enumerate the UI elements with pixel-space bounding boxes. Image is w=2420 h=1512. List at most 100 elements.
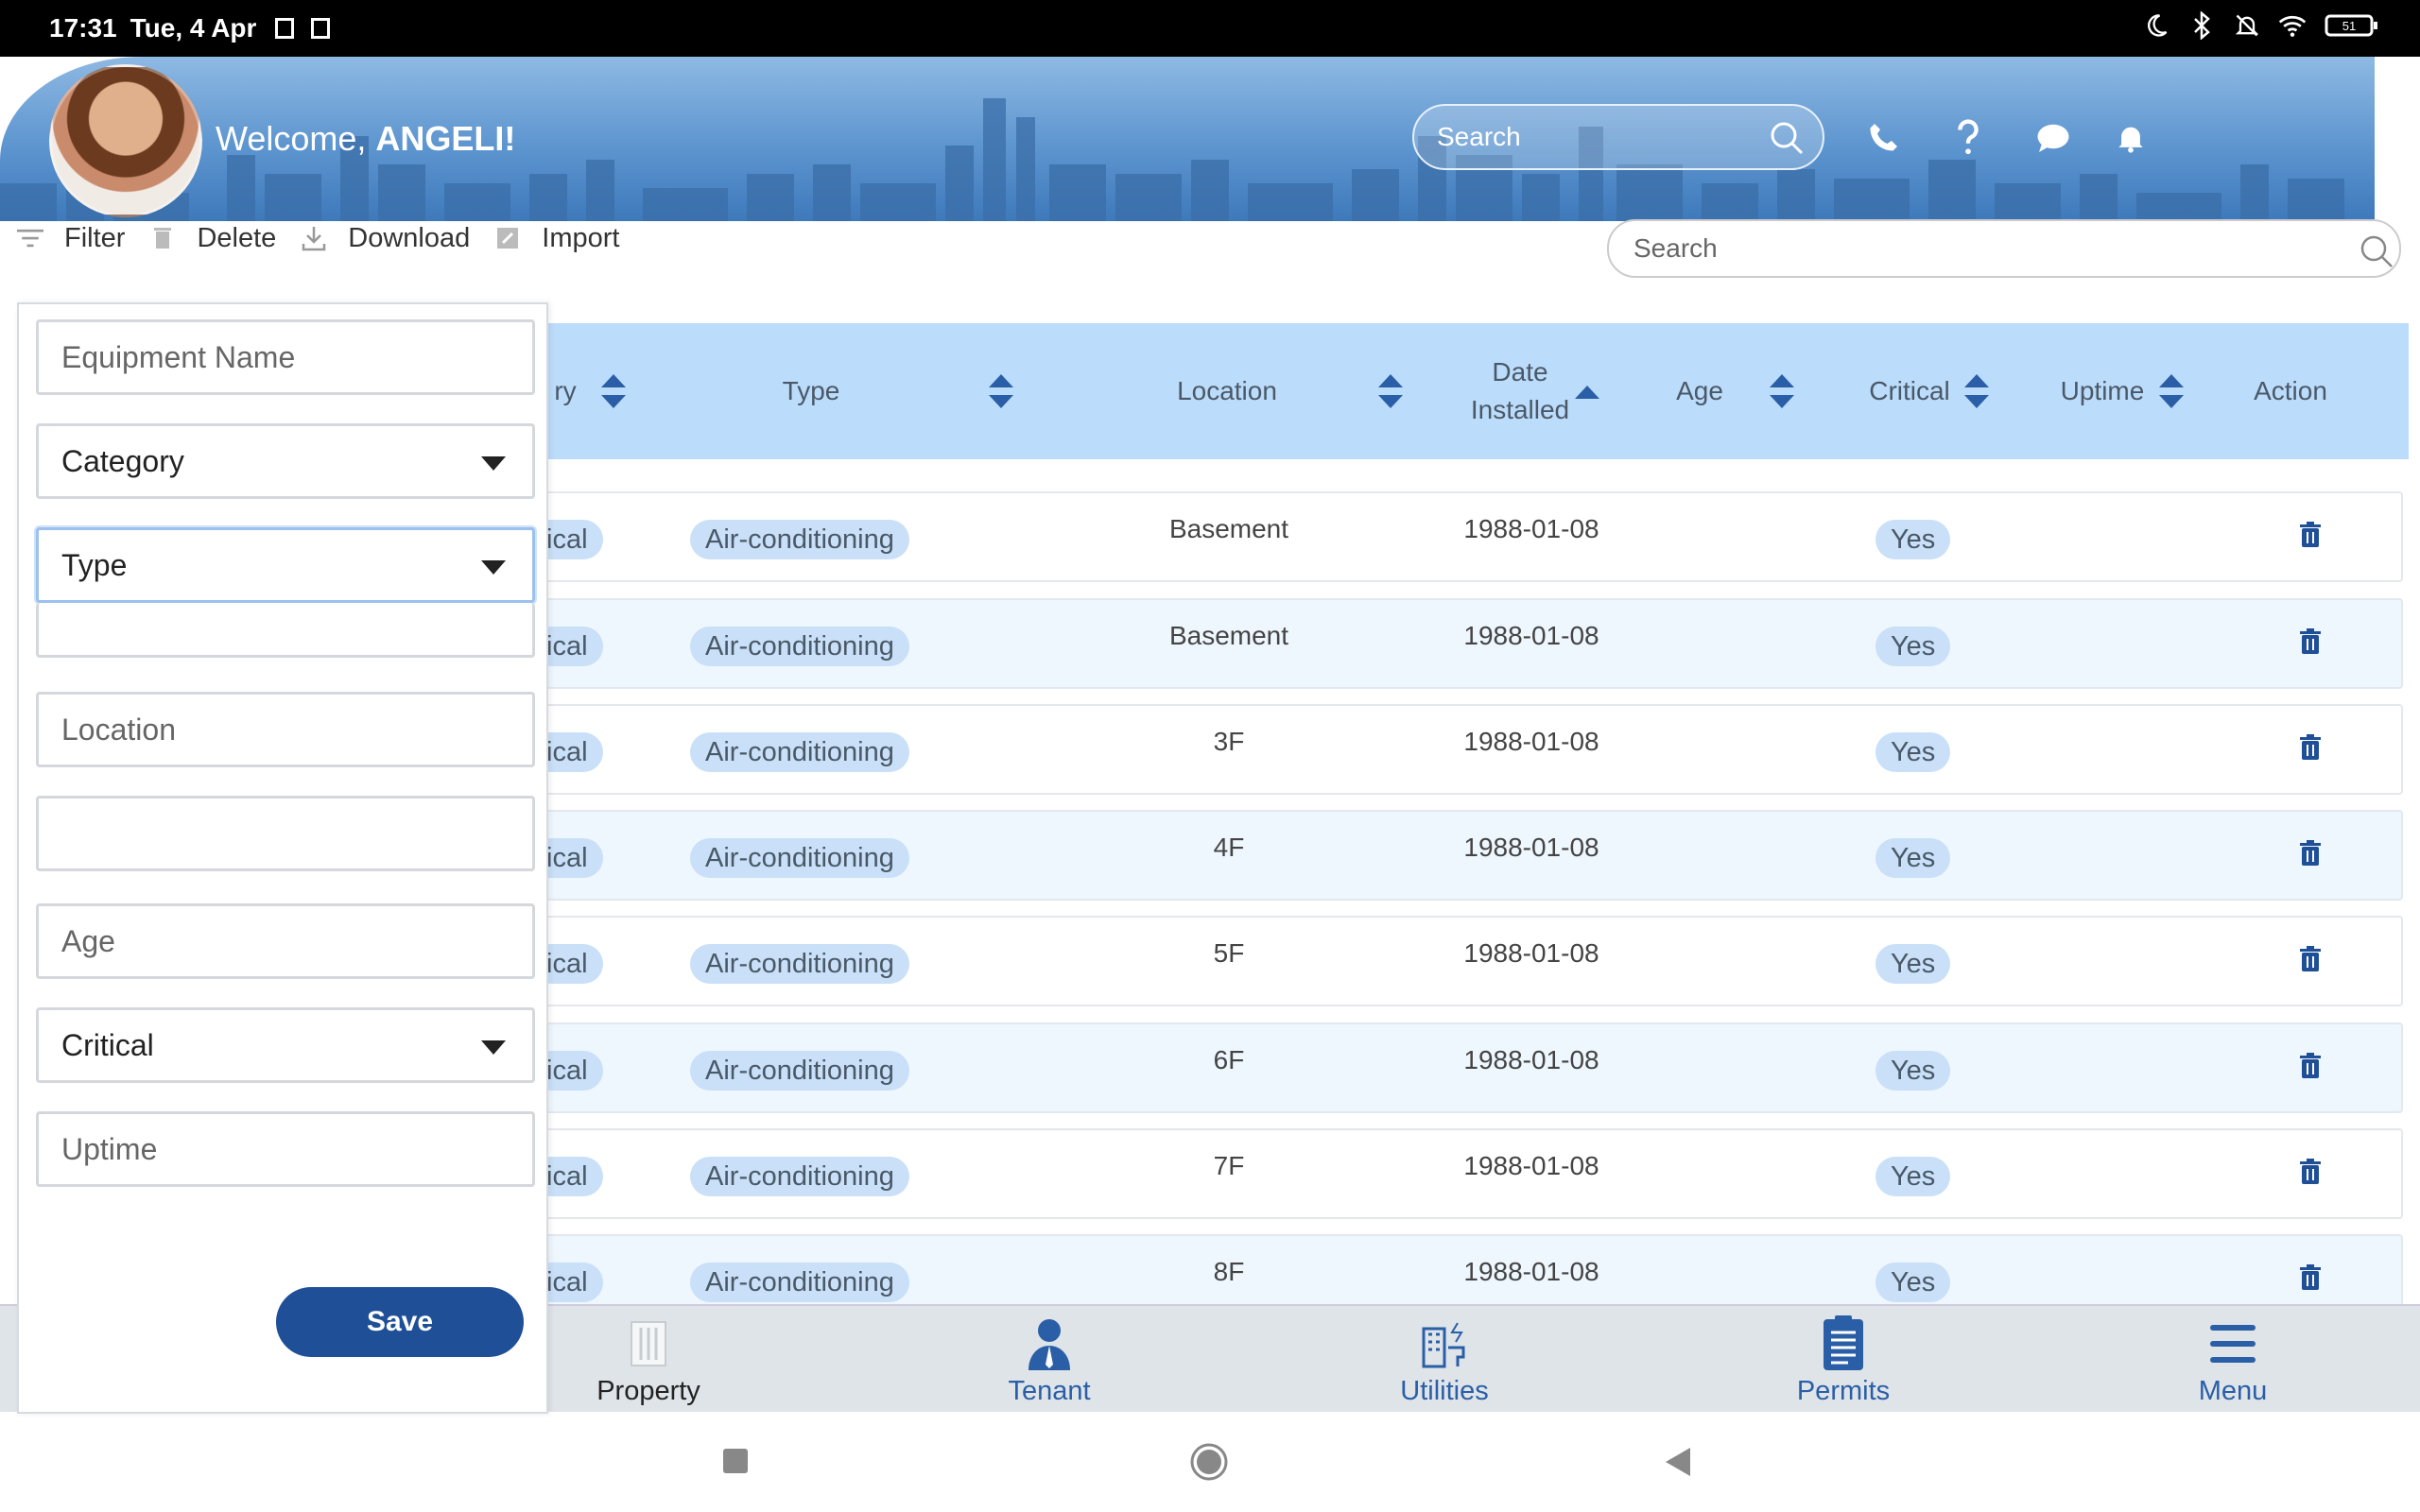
column-date-line2: Installed bbox=[1470, 395, 1570, 424]
equipment-name-placeholder: Equipment Name bbox=[61, 339, 296, 374]
type-pill: Air-conditioning bbox=[690, 627, 909, 666]
empty-input[interactable] bbox=[36, 796, 535, 871]
nav-permits-label: Permits bbox=[1796, 1376, 1891, 1406]
critical-pill: Yes bbox=[1876, 732, 1951, 772]
sort-ascending-icon[interactable] bbox=[1573, 384, 1601, 401]
sort-icon[interactable] bbox=[1962, 372, 1991, 410]
type-select[interactable]: Type bbox=[36, 527, 535, 603]
delete-row-icon[interactable] bbox=[2299, 628, 2322, 655]
sort-icon[interactable] bbox=[2157, 372, 2186, 410]
location-cell: 3F bbox=[1213, 727, 1245, 756]
user-avatar[interactable] bbox=[49, 64, 202, 217]
building-icon bbox=[620, 1315, 677, 1372]
back-icon[interactable] bbox=[1664, 1446, 1692, 1478]
document-icon bbox=[1815, 1315, 1872, 1372]
battery-level: 51 bbox=[2342, 19, 2356, 33]
location-cell: Basement bbox=[1168, 621, 1289, 650]
critical-select[interactable]: Critical bbox=[36, 1007, 535, 1083]
date-cell: 1988-01-08 bbox=[1463, 1151, 1599, 1180]
critical-pill: Yes bbox=[1876, 627, 1951, 666]
nav-menu[interactable]: Menu bbox=[2138, 1315, 2327, 1407]
column-type[interactable]: Type bbox=[754, 323, 868, 459]
type-pill: Air-conditioning bbox=[690, 838, 909, 878]
uptime-placeholder: Uptime bbox=[61, 1131, 158, 1166]
delete-row-icon[interactable] bbox=[2299, 1053, 2322, 1079]
download-button[interactable]: Download bbox=[301, 223, 470, 254]
date-cell: 1988-01-08 bbox=[1463, 938, 1599, 968]
facebook-icon bbox=[311, 18, 331, 39]
filter-panel: Equipment Name Category Type Location Ag… bbox=[17, 302, 548, 1414]
search-icon[interactable] bbox=[1768, 119, 1806, 163]
welcome-prefix: Welcome, bbox=[216, 119, 376, 158]
critical-pill: Yes bbox=[1876, 1263, 1951, 1302]
category-select-label: Category bbox=[61, 443, 184, 478]
uptime-input[interactable]: Uptime bbox=[36, 1111, 535, 1187]
age-input[interactable]: Age bbox=[36, 903, 535, 979]
delete-row-icon[interactable] bbox=[2299, 522, 2322, 548]
column-age[interactable]: Age bbox=[1643, 323, 1756, 459]
column-uptime[interactable]: Uptime bbox=[2027, 323, 2178, 459]
nav-permits[interactable]: Permits bbox=[1749, 1315, 1938, 1407]
delete-button[interactable]: Delete bbox=[149, 223, 276, 254]
delete-row-icon[interactable] bbox=[2299, 1264, 2322, 1291]
column-action: Action bbox=[2254, 376, 2327, 405]
trash-icon bbox=[149, 225, 176, 251]
save-button[interactable]: Save bbox=[276, 1287, 524, 1357]
delete-row-icon[interactable] bbox=[2299, 1159, 2322, 1185]
person-icon bbox=[1021, 1315, 1078, 1372]
system-navigation-bar bbox=[0, 1412, 2420, 1512]
app-header: Welcome, ANGELI! Search bbox=[0, 57, 2420, 221]
column-category[interactable]: ry bbox=[546, 323, 584, 459]
status-bar: 17:31 Tue, 4 Apr 51 bbox=[0, 0, 2420, 57]
location-cell: 4F bbox=[1213, 833, 1245, 862]
chat-icon[interactable] bbox=[2032, 117, 2074, 159]
filter-icon bbox=[17, 225, 43, 251]
location-cell: Basement bbox=[1168, 514, 1289, 543]
header-search-input[interactable]: Search bbox=[1412, 104, 1824, 170]
delete-row-icon[interactable] bbox=[2299, 946, 2322, 972]
search-icon[interactable] bbox=[2358, 232, 2395, 277]
moon-icon bbox=[2142, 11, 2170, 40]
import-button[interactable]: Import bbox=[494, 223, 619, 254]
header-search-placeholder: Search bbox=[1437, 122, 1521, 151]
date-cell: 1988-01-08 bbox=[1463, 514, 1599, 543]
delete-label: Delete bbox=[197, 222, 277, 253]
filter-button[interactable]: Filter bbox=[17, 223, 125, 254]
category-select[interactable]: Category bbox=[36, 423, 535, 499]
type-pill: Air-conditioning bbox=[690, 1157, 909, 1196]
sort-icon[interactable] bbox=[1376, 372, 1405, 410]
date-cell: 1988-01-08 bbox=[1463, 1045, 1599, 1074]
sort-icon[interactable] bbox=[599, 372, 628, 410]
equipment-name-input[interactable]: Equipment Name bbox=[36, 319, 535, 395]
toolbar: Filter Delete Download Import bbox=[17, 219, 644, 257]
nav-tenant[interactable]: Tenant bbox=[955, 1315, 1144, 1407]
type-dropdown-list[interactable] bbox=[36, 603, 535, 658]
location-input[interactable]: Location bbox=[36, 692, 535, 767]
sort-icon[interactable] bbox=[987, 372, 1015, 410]
nav-property[interactable]: Property bbox=[554, 1315, 743, 1407]
nav-utilities[interactable]: Utilities bbox=[1350, 1315, 1539, 1407]
nav-property-label: Property bbox=[596, 1376, 700, 1406]
critical-pill: Yes bbox=[1876, 520, 1951, 559]
recents-icon[interactable] bbox=[722, 1448, 749, 1474]
location-cell: 8F bbox=[1213, 1257, 1245, 1286]
column-location[interactable]: Location bbox=[1132, 323, 1322, 459]
chevron-down-icon bbox=[481, 560, 506, 575]
critical-pill: Yes bbox=[1876, 1051, 1951, 1091]
type-pill: Air-conditioning bbox=[690, 520, 909, 559]
phone-icon[interactable] bbox=[1862, 117, 1904, 159]
status-time: 17:31 bbox=[49, 13, 117, 43]
type-select-label: Type bbox=[61, 547, 128, 582]
help-icon[interactable] bbox=[1947, 117, 1989, 159]
bell-icon[interactable] bbox=[2110, 117, 2152, 159]
critical-select-label: Critical bbox=[61, 1027, 154, 1062]
notification-icon bbox=[275, 18, 295, 39]
delete-row-icon[interactable] bbox=[2299, 840, 2322, 867]
delete-row-icon[interactable] bbox=[2299, 734, 2322, 761]
sort-icon[interactable] bbox=[1768, 372, 1796, 410]
import-icon bbox=[494, 225, 521, 251]
home-icon[interactable] bbox=[1189, 1442, 1229, 1482]
table-search-input[interactable]: Search bbox=[1607, 219, 2401, 278]
critical-pill: Yes bbox=[1876, 1157, 1951, 1196]
date-cell: 1988-01-08 bbox=[1463, 1257, 1599, 1286]
